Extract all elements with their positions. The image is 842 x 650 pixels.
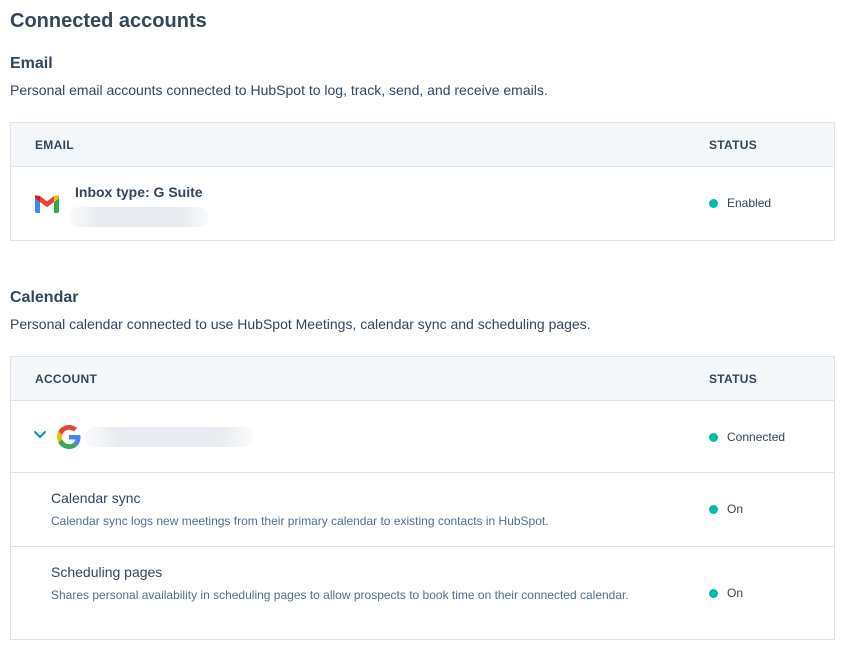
table-header: ACCOUNT STATUS [11, 357, 834, 401]
email-section-description: Personal email accounts connected to Hub… [10, 82, 548, 98]
email-accounts-table: EMAIL STATUS Inbox type: G Suite Enabled [10, 122, 835, 241]
column-header-account: ACCOUNT [35, 372, 98, 386]
table-row[interactable]: Inbox type: G Suite Enabled [11, 167, 834, 240]
status-dot [709, 588, 718, 598]
email-section-title: Email [10, 55, 53, 72]
email-status: Enabled [709, 196, 771, 210]
status-label: Connected [727, 430, 786, 444]
scheduling-pages-description: Shares personal availability in scheduli… [51, 588, 629, 602]
email-address-redacted [69, 207, 209, 227]
inbox-type-label: Inbox type: G Suite [75, 184, 203, 200]
column-header-status: STATUS [709, 372, 758, 386]
scheduling-pages-status: On [709, 586, 743, 600]
table-header: EMAIL STATUS [11, 123, 834, 167]
calendar-section-description: Personal calendar connected to use HubSp… [10, 316, 591, 332]
scheduling-pages-title: Scheduling pages [51, 564, 163, 580]
chevron-down-icon[interactable] [33, 427, 47, 446]
page-title: Connected accounts [10, 10, 207, 32]
status-label: Enabled [727, 196, 772, 210]
status-dot [709, 432, 718, 442]
column-header-status: STATUS [709, 138, 758, 152]
calendar-accounts-table: ACCOUNT STATUS Connected Calendar sync C… [10, 356, 835, 640]
status-label: On [727, 502, 744, 516]
status-dot [709, 198, 718, 208]
status-dot [709, 504, 718, 514]
calendar-sync-description: Calendar sync logs new meetings from the… [51, 514, 549, 528]
column-header-email: EMAIL [35, 138, 74, 152]
calendar-account-status: Connected [709, 430, 785, 444]
scheduling-pages-row[interactable]: Scheduling pages Shares personal availab… [11, 547, 834, 639]
calendar-sync-row[interactable]: Calendar sync Calendar sync logs new mee… [11, 473, 834, 547]
calendar-sync-title: Calendar sync [51, 490, 141, 506]
calendar-account-redacted [85, 427, 253, 447]
google-icon [57, 425, 81, 454]
gmail-icon [35, 195, 59, 218]
status-label: On [727, 586, 744, 600]
calendar-section-title: Calendar [10, 289, 79, 306]
calendar-sync-status: On [709, 502, 743, 516]
calendar-account-row[interactable]: Connected [11, 401, 834, 473]
